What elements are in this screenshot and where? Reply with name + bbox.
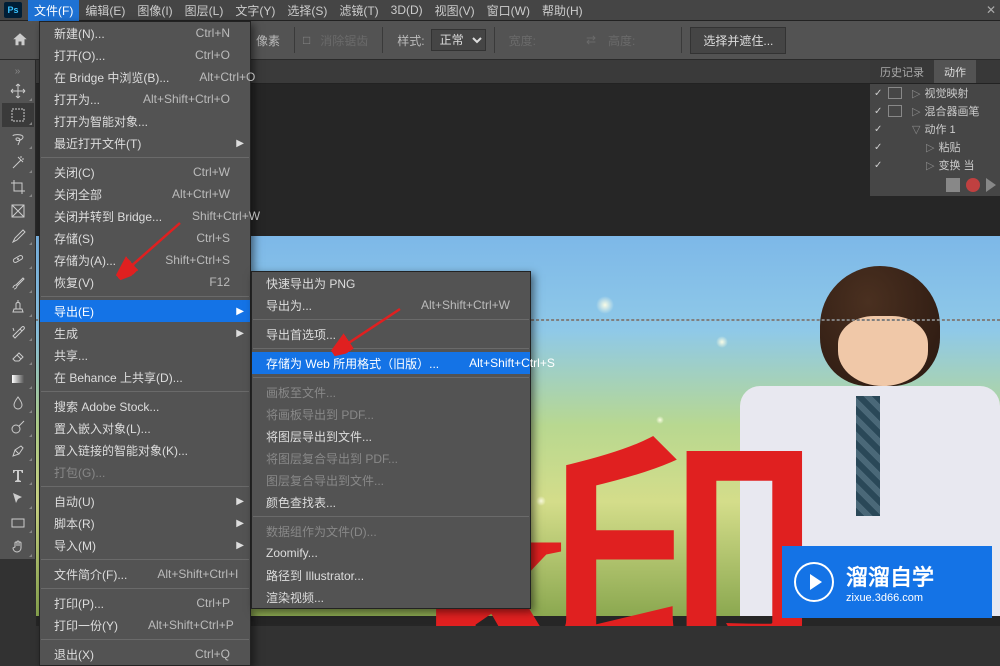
file-menu-item[interactable]: 退出(X)Ctrl+Q: [40, 643, 250, 665]
annotation-arrows: [0, 0, 1000, 626]
